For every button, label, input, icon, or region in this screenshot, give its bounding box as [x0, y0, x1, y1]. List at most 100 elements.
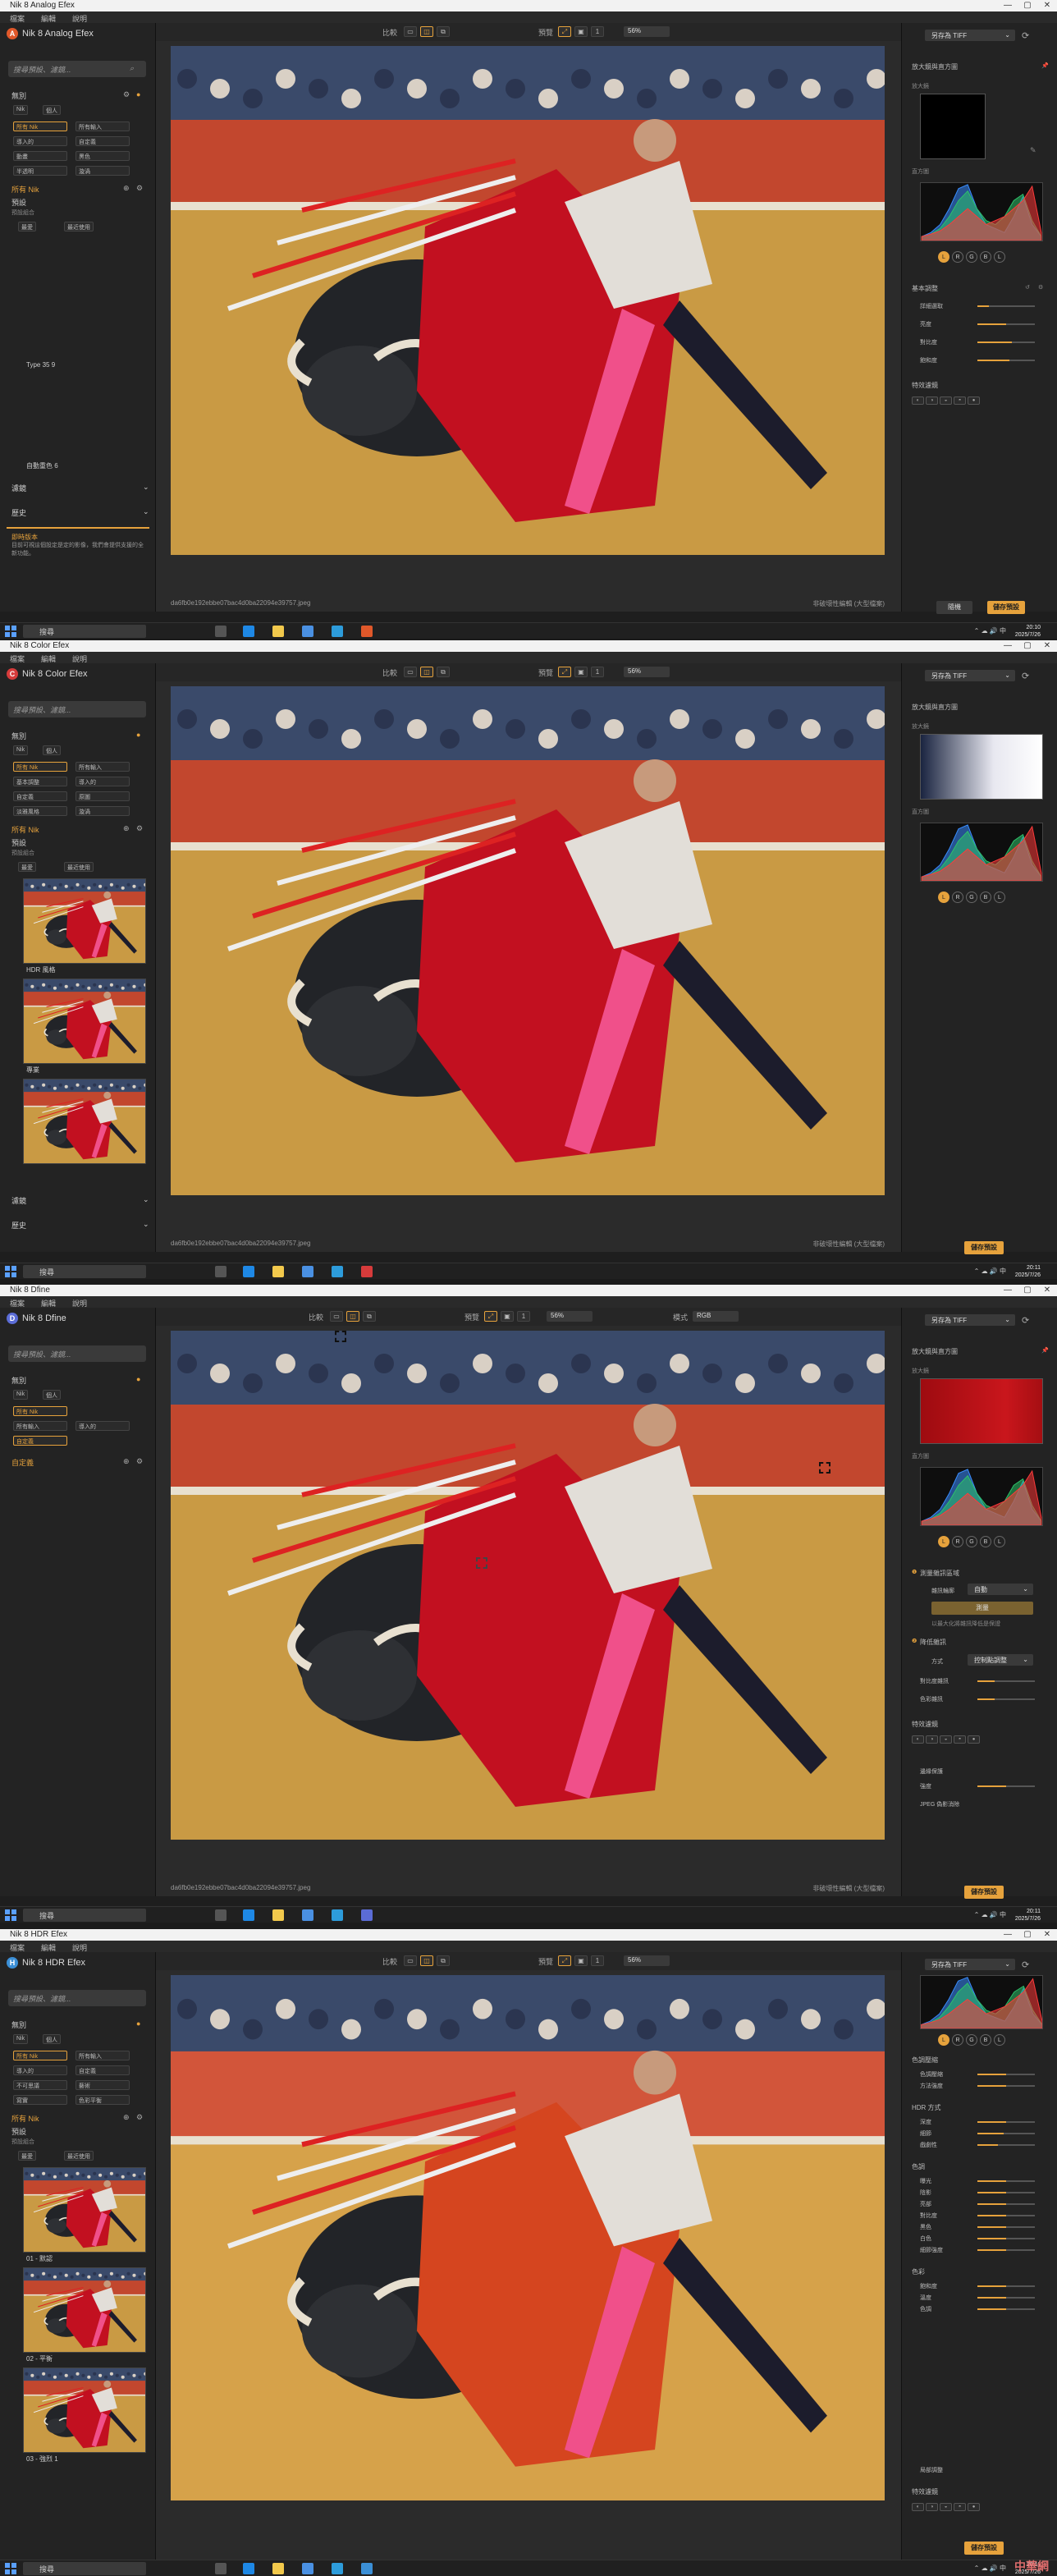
windows-start-icon[interactable]	[5, 626, 16, 637]
section-filters[interactable]: 濾鏡 ⌄	[11, 483, 151, 493]
preset-item-label[interactable]: 專業	[26, 1066, 39, 1075]
search-input[interactable]: 搜尋預設、濾鏡...	[8, 701, 146, 717]
hdr-slider[interactable]: 深度	[920, 2118, 1043, 2126]
maximize-button[interactable]: ▢	[1018, 1929, 1037, 1941]
maximize-button[interactable]: ▢	[1018, 0, 1037, 11]
slider-track[interactable]	[977, 2133, 1035, 2134]
channel-g[interactable]: G	[966, 251, 977, 263]
channel-b[interactable]: B	[980, 251, 991, 263]
clock[interactable]: 20:11 2025/7/26	[1015, 1908, 1041, 1923]
slider-saturation[interactable]: 飽和度	[920, 356, 1043, 364]
channel-r[interactable]: R	[952, 2034, 963, 2046]
compare-side-icon[interactable]: ⧉	[437, 667, 450, 677]
random-button[interactable]: 隨機	[936, 601, 972, 614]
channel-lum[interactable]: L	[994, 1536, 1005, 1547]
channel-l[interactable]: L	[938, 1536, 949, 1547]
slider-track[interactable]	[977, 2121, 1035, 2123]
compare-side-icon[interactable]: ⧉	[363, 1311, 376, 1322]
cat-all-nik[interactable]: 所有 Nik	[13, 121, 67, 131]
slider-track[interactable]	[977, 2074, 1035, 2075]
compare-single-icon[interactable]: ▭	[404, 26, 417, 37]
windows-start-icon[interactable]	[5, 2563, 16, 2574]
channel-r[interactable]: R	[952, 1536, 963, 1547]
task-view-icon[interactable]	[215, 1909, 226, 1921]
measure-title[interactable]: 測量雜訊區域	[920, 1569, 959, 1578]
chip-personal[interactable]: 個人	[43, 1390, 61, 1400]
cat-imported[interactable]: 導入的	[76, 1421, 130, 1431]
settings-icon[interactable]: ⚙	[1038, 284, 1043, 291]
effect-icon[interactable]: ◓	[954, 1735, 966, 1744]
measure-region-marker[interactable]	[476, 1557, 487, 1569]
hdr-group-title[interactable]: 色彩	[912, 2267, 925, 2276]
effect-icon[interactable]: ◓	[954, 2503, 966, 2511]
slider-track[interactable]	[977, 360, 1035, 361]
hdr-slider[interactable]: 黑色	[920, 2223, 1043, 2231]
taskbar-search[interactable]: 搜尋	[23, 1909, 146, 1922]
reduce-title[interactable]: 降低雜訊	[920, 1638, 946, 1647]
slider-track[interactable]	[977, 2249, 1035, 2251]
pin-icon[interactable]: 📌	[1041, 1347, 1049, 1354]
slider-track[interactable]	[977, 1680, 1035, 1682]
preset-chip-fav[interactable]: 最愛	[18, 862, 36, 872]
effect-icon[interactable]: ◒	[940, 1735, 952, 1744]
fit-icon[interactable]: ⤢	[558, 1955, 571, 1966]
export-icon[interactable]: ⟳	[1022, 1960, 1029, 1970]
chip-personal[interactable]: 個人	[43, 745, 61, 755]
export-icon[interactable]: ⟳	[1022, 30, 1029, 41]
save-as-dropdown[interactable]: 另存為 TIFF ⌄	[925, 1314, 1015, 1326]
edge-icon[interactable]	[243, 626, 254, 637]
mode-select[interactable]: RGB	[693, 1311, 739, 1322]
add-icon[interactable]: ⊕	[123, 2113, 130, 2122]
preset-item-label[interactable]: 01 - 默認	[26, 2254, 53, 2263]
channel-b[interactable]: B	[980, 892, 991, 903]
cat-realistic[interactable]: 寫實	[13, 2095, 67, 2105]
compare-split-icon[interactable]: ◫	[420, 26, 433, 37]
slider-track[interactable]	[977, 2297, 1035, 2299]
channel-b[interactable]: B	[980, 1536, 991, 1547]
slider-detail[interactable]: 詳細選取	[920, 302, 1043, 310]
slider-track[interactable]	[977, 2192, 1035, 2193]
save-preset-button[interactable]: 儲存預設	[987, 601, 1025, 614]
zoom-select[interactable]: 56%	[624, 1955, 670, 1966]
save-as-dropdown[interactable]: 另存為 TIFF ⌄	[925, 670, 1015, 681]
channel-lum[interactable]: L	[994, 892, 1005, 903]
minimize-button[interactable]: —	[998, 0, 1018, 11]
slider-track[interactable]	[977, 1785, 1035, 1787]
channel-lum[interactable]: L	[994, 251, 1005, 263]
actual-size-icon[interactable]: 1	[517, 1311, 530, 1322]
minimize-button[interactable]: —	[998, 640, 1018, 652]
close-button[interactable]: ✕	[1037, 0, 1057, 11]
hdr-slider[interactable]: 細節強度	[920, 2246, 1043, 2254]
channel-lum[interactable]: L	[994, 2034, 1005, 2046]
export-icon[interactable]: ⟳	[1022, 1315, 1029, 1326]
hdr-slider[interactable]: 細節	[920, 2129, 1043, 2138]
save-preset-button[interactable]: 儲存預設	[964, 1241, 1004, 1254]
cat-elegant[interactable]: 淡雅風格	[13, 806, 67, 816]
channel-b[interactable]: B	[980, 2034, 991, 2046]
pin-icon[interactable]: 📌	[1041, 62, 1049, 69]
save-as-dropdown[interactable]: 另存為 TIFF ⌄	[925, 30, 1015, 41]
channel-g[interactable]: G	[966, 2034, 977, 2046]
preset-item-label[interactable]: Type 35 9	[26, 361, 55, 369]
slider-track[interactable]	[977, 2180, 1035, 2182]
preset-group-label[interactable]: 所有 Nik	[11, 2113, 39, 2124]
hdr-slider[interactable]: 飽和度	[920, 2282, 1043, 2290]
cat-custom[interactable]: 自定義	[76, 2065, 130, 2075]
compare-split-icon[interactable]: ◫	[420, 667, 433, 677]
channel-l[interactable]: L	[938, 251, 949, 263]
preset-thumbnail[interactable]	[23, 878, 146, 964]
slider-color-noise[interactable]: 色彩雜訊	[920, 1695, 1043, 1703]
fill-icon[interactable]: ▣	[574, 1955, 588, 1966]
mail-icon[interactable]	[332, 1909, 343, 1921]
jpeg-artifact-label[interactable]: JPEG 偽影消除	[920, 1800, 959, 1808]
zoom-select[interactable]: 56%	[624, 26, 670, 37]
cat-custom[interactable]: 自定義	[76, 136, 130, 146]
fill-icon[interactable]: ▣	[574, 26, 588, 37]
close-button[interactable]: ✕	[1037, 1929, 1057, 1941]
store-icon[interactable]	[302, 2563, 313, 2574]
slider-track[interactable]	[977, 2203, 1035, 2205]
effect-icon[interactable]: ●	[968, 1735, 980, 1744]
actual-size-icon[interactable]: 1	[591, 26, 604, 37]
section-history[interactable]: 歷史 ⌄	[11, 507, 151, 518]
cat-custom[interactable]: 自定義	[13, 1436, 67, 1446]
